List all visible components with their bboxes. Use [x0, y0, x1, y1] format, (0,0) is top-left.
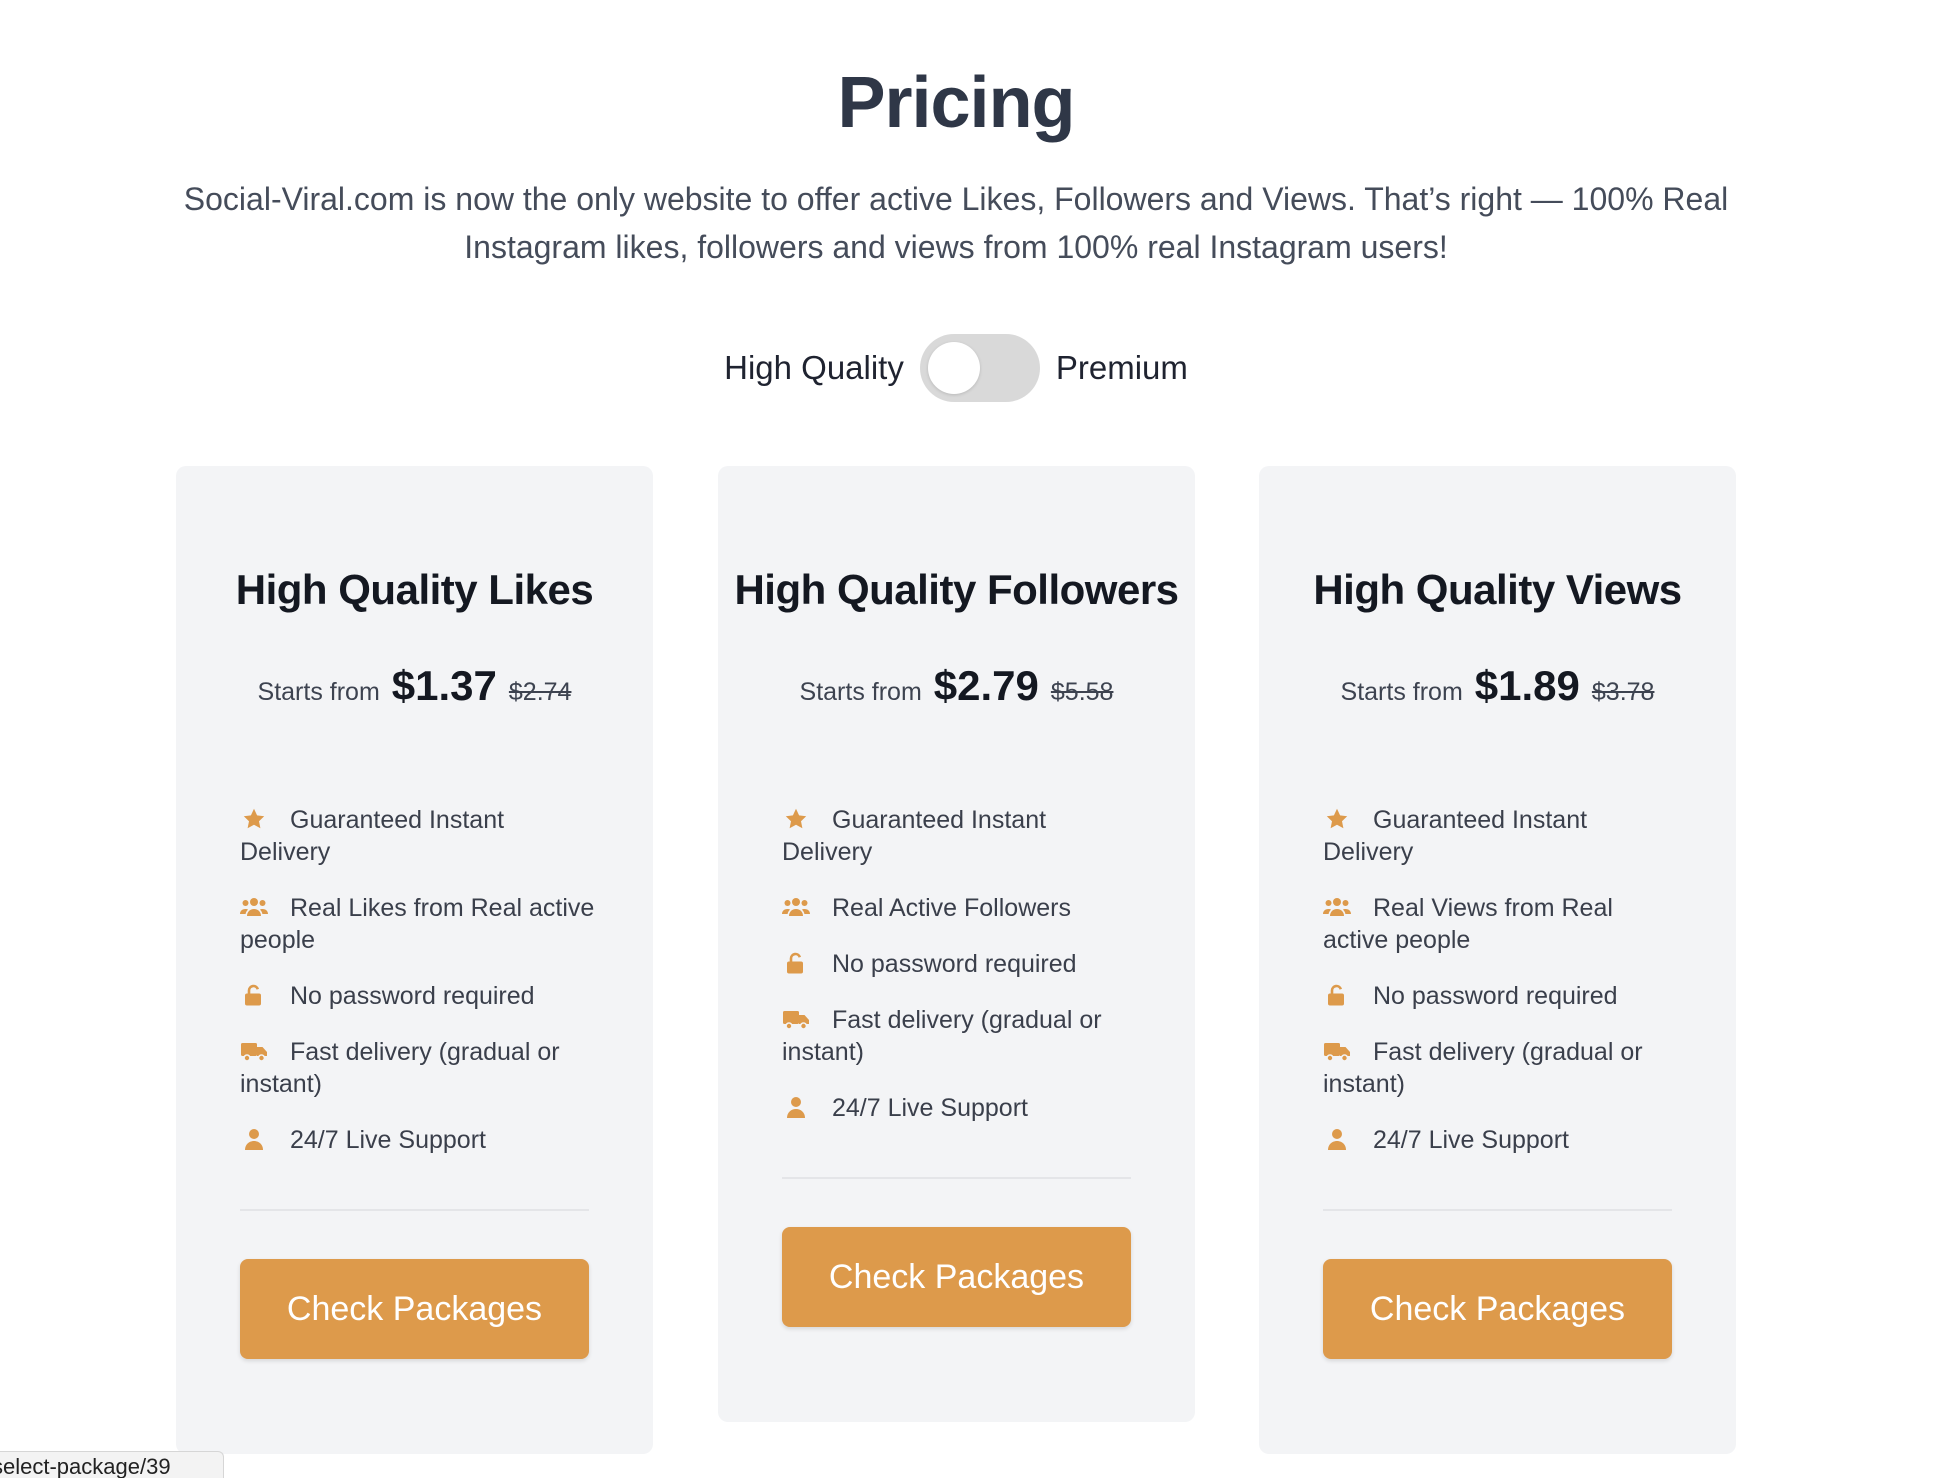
- feature-text: No password required: [290, 982, 535, 1010]
- feature-text: Fast delivery (gradual or instant): [240, 1038, 560, 1098]
- feature-text: 24/7 Live Support: [1373, 1126, 1569, 1154]
- old-price: $5.58: [1050, 678, 1114, 706]
- user-icon: [782, 1095, 810, 1119]
- users-icon: [240, 895, 268, 919]
- feature-item: Fast delivery (gradual or instant): [1323, 1036, 1683, 1100]
- status-bar-url: select-package/39: [0, 1451, 224, 1478]
- star-icon: [782, 807, 810, 831]
- old-price: $3.78: [1591, 678, 1655, 706]
- unlock-icon: [782, 951, 810, 975]
- price-row: Starts from $2.79 $5.58: [718, 662, 1195, 710]
- quality-toggle-switch[interactable]: [919, 334, 1040, 402]
- card-divider: [1323, 1209, 1672, 1211]
- plan-toggle: High Quality Premium: [0, 333, 1912, 403]
- feature-item: 24/7 Live Support: [1323, 1124, 1683, 1156]
- price: $2.79: [933, 662, 1039, 709]
- truck-icon: [782, 1007, 810, 1031]
- feature-item: No password required: [240, 980, 600, 1012]
- old-price: $2.74: [508, 678, 572, 706]
- pricing-card-views: High Quality Views Starts from $1.89 $3.…: [1259, 466, 1736, 1454]
- feature-text: Guaranteed Instant Delivery: [1323, 806, 1588, 866]
- feature-item: Real Likes from Real active people: [240, 892, 600, 956]
- feature-text: Fast delivery (gradual or instant): [782, 1006, 1102, 1066]
- card-title: High Quality Likes: [235, 566, 594, 613]
- price-row: Starts from $1.89 $3.78: [1259, 662, 1736, 710]
- feature-item: Guaranteed Instant Delivery: [1323, 804, 1683, 868]
- feature-text: Real Active Followers: [832, 894, 1071, 922]
- feature-item: Real Views from Real active people: [1323, 892, 1683, 956]
- page-subtitle: Social-Viral.com is now the only website…: [183, 181, 1729, 265]
- starts-from-label: Starts from: [799, 678, 922, 706]
- feature-item: 24/7 Live Support: [782, 1092, 1142, 1124]
- feature-item: No password required: [782, 948, 1142, 980]
- toggle-label-high-quality[interactable]: High Quality: [724, 349, 904, 387]
- truck-icon: [240, 1039, 268, 1063]
- feature-item: 24/7 Live Support: [240, 1124, 600, 1156]
- price: $1.37: [391, 662, 497, 709]
- card-title: High Quality Views: [1313, 566, 1682, 613]
- starts-from-label: Starts from: [1340, 678, 1463, 706]
- unlock-icon: [1323, 983, 1351, 1007]
- check-packages-button[interactable]: Check Packages: [782, 1227, 1131, 1327]
- star-icon: [1323, 807, 1351, 831]
- user-icon: [240, 1127, 268, 1151]
- feature-item: Real Active Followers: [782, 892, 1142, 924]
- feature-text: No password required: [832, 950, 1077, 978]
- feature-item: Guaranteed Instant Delivery: [782, 804, 1142, 868]
- page-title: Pricing: [837, 63, 1075, 143]
- users-icon: [1323, 895, 1351, 919]
- feature-list: Guaranteed Instant Delivery Real Likes fr…: [240, 804, 600, 1180]
- user-icon: [1323, 1127, 1351, 1151]
- toggle-knob: [927, 342, 980, 394]
- price: $1.89: [1474, 662, 1580, 709]
- pricing-card-followers: High Quality Followers Starts from $2.79…: [718, 466, 1195, 1422]
- feature-text: Guaranteed Instant Delivery: [240, 806, 505, 866]
- feature-text: Guaranteed Instant Delivery: [782, 806, 1047, 866]
- feature-text: Real Likes from Real active people: [240, 894, 595, 954]
- check-packages-button[interactable]: Check Packages: [240, 1259, 589, 1359]
- feature-text: 24/7 Live Support: [290, 1126, 486, 1154]
- unlock-icon: [240, 983, 268, 1007]
- users-icon: [782, 895, 810, 919]
- card-title: High Quality Followers: [734, 566, 1179, 613]
- truck-icon: [1323, 1039, 1351, 1063]
- feature-item: Guaranteed Instant Delivery: [240, 804, 600, 868]
- price-row: Starts from $1.37 $2.74: [176, 662, 653, 710]
- feature-text: Fast delivery (gradual or instant): [1323, 1038, 1643, 1098]
- feature-list: Guaranteed Instant Delivery Real Active F…: [782, 804, 1142, 1148]
- pricing-card-likes: High Quality Likes Starts from $1.37 $2.…: [176, 466, 653, 1454]
- status-url-text: select-package/39: [0, 1454, 171, 1478]
- star-icon: [240, 807, 268, 831]
- feature-item: Fast delivery (gradual or instant): [240, 1036, 600, 1100]
- card-divider: [240, 1209, 589, 1211]
- feature-item: No password required: [1323, 980, 1683, 1012]
- feature-list: Guaranteed Instant Delivery Real Views fr…: [1323, 804, 1683, 1180]
- feature-text: No password required: [1373, 982, 1618, 1010]
- check-packages-button[interactable]: Check Packages: [1323, 1259, 1672, 1359]
- feature-text: 24/7 Live Support: [832, 1094, 1028, 1122]
- card-divider: [782, 1177, 1131, 1179]
- feature-item: Fast delivery (gradual or instant): [782, 1004, 1142, 1068]
- starts-from-label: Starts from: [257, 678, 380, 706]
- toggle-label-premium[interactable]: Premium: [1056, 349, 1188, 387]
- feature-text: Real Views from Real active people: [1323, 894, 1613, 954]
